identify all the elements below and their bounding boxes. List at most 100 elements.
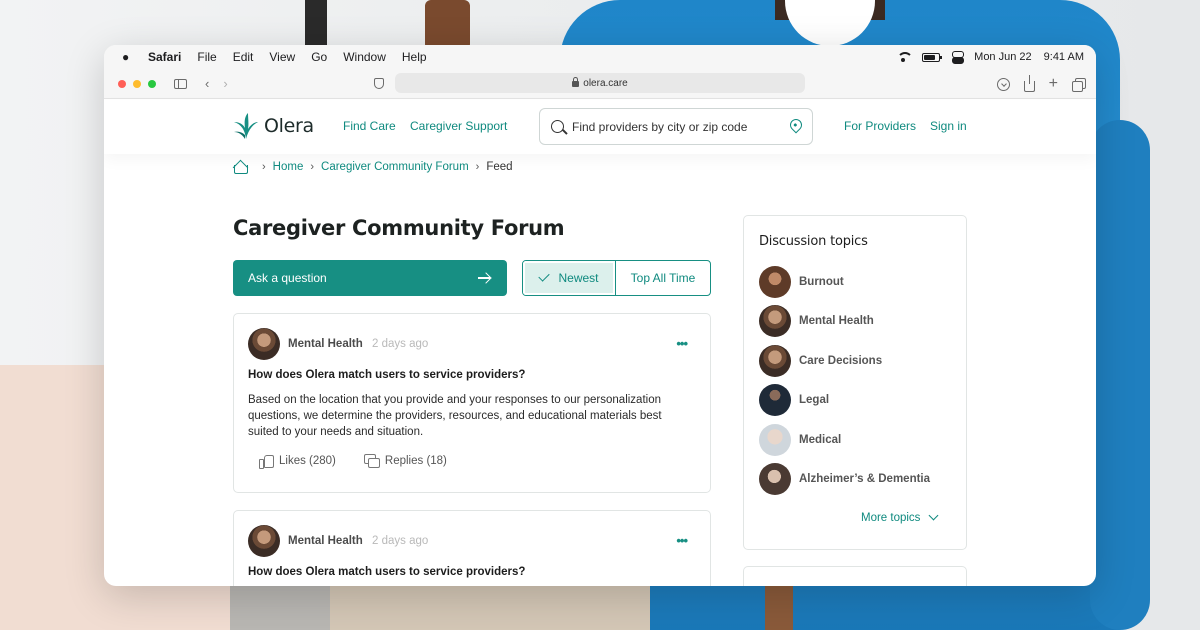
back-icon[interactable]: ‹ bbox=[205, 77, 209, 90]
control-center-icon[interactable] bbox=[952, 51, 965, 64]
more-options-icon[interactable]: ••• bbox=[676, 533, 688, 548]
provider-search bbox=[539, 108, 813, 145]
sort-top-label: Top All Time bbox=[630, 271, 696, 285]
menubar-date[interactable]: Mon Jun 22 bbox=[974, 51, 1031, 63]
menu-bar: ● Safari File Edit View Go Window Help M… bbox=[104, 45, 1096, 69]
location-pin-icon[interactable] bbox=[787, 116, 805, 134]
chevron-right-icon: › bbox=[475, 160, 480, 173]
sort-top-button[interactable]: Top All Time bbox=[616, 261, 710, 295]
share-icon[interactable] bbox=[1023, 74, 1035, 92]
topic-avatar bbox=[248, 525, 280, 557]
more-options-icon[interactable]: ••• bbox=[676, 336, 688, 351]
sort-newest-label: Newest bbox=[558, 271, 599, 285]
like-button[interactable]: Likes (280) bbox=[259, 454, 336, 469]
apple-icon[interactable]: ● bbox=[122, 50, 138, 64]
address-bar-url: olera.care bbox=[583, 77, 628, 89]
post-question[interactable]: How does Olera match users to service pr… bbox=[248, 566, 525, 578]
arrow-right-icon bbox=[478, 277, 490, 279]
zoom-window-button[interactable] bbox=[148, 79, 156, 88]
close-window-button[interactable] bbox=[118, 79, 126, 88]
olera-logo[interactable]: Olera bbox=[233, 112, 314, 140]
site-header: Olera Find Care Caregiver Support For Pr… bbox=[104, 100, 1096, 154]
forum-post[interactable]: Mental Health 2 days ago ••• How does Ol… bbox=[233, 510, 711, 586]
nav-find-care[interactable]: Find Care bbox=[343, 119, 396, 133]
new-tab-icon[interactable]: + bbox=[1049, 76, 1058, 92]
topic-avatar bbox=[759, 463, 791, 495]
chevron-down-icon bbox=[928, 510, 939, 520]
leaf-logo-icon bbox=[234, 113, 258, 139]
topic-avatar bbox=[759, 384, 791, 416]
window-controls bbox=[118, 79, 156, 88]
nav-caregiver-support[interactable]: Caregiver Support bbox=[410, 119, 507, 133]
post-time: 2 days ago bbox=[372, 338, 429, 350]
chevron-right-icon: › bbox=[262, 160, 266, 173]
topic-avatar bbox=[759, 266, 791, 298]
breadcrumb: › Home › Caregiver Community Forum › Fee… bbox=[233, 160, 513, 174]
nav-for-providers[interactable]: For Providers bbox=[844, 119, 916, 133]
home-icon[interactable] bbox=[233, 160, 248, 174]
page-title: Caregiver Community Forum bbox=[233, 216, 565, 240]
forward-icon[interactable]: › bbox=[223, 77, 227, 90]
more-topics-link[interactable]: More topics bbox=[861, 510, 939, 524]
brand-name: Olera bbox=[264, 115, 314, 137]
topic-medical[interactable]: Medical bbox=[759, 424, 841, 456]
search-icon bbox=[551, 120, 564, 133]
menubar-time[interactable]: 9:41 AM bbox=[1044, 51, 1084, 63]
discussion-topics-panel: Discussion topics Burnout Mental Health … bbox=[743, 215, 967, 550]
breadcrumb-forum[interactable]: Caregiver Community Forum bbox=[321, 161, 469, 173]
topic-avatar bbox=[759, 345, 791, 377]
likes-count: Likes (280) bbox=[279, 454, 336, 467]
replies-button[interactable]: Replies (18) bbox=[363, 454, 447, 468]
post-question[interactable]: How does Olera match users to service pr… bbox=[248, 369, 525, 381]
browser-window: ● Safari File Edit View Go Window Help M… bbox=[104, 45, 1096, 586]
post-topic[interactable]: Mental Health bbox=[288, 338, 363, 350]
topic-care-decisions[interactable]: Care Decisions bbox=[759, 345, 882, 377]
replies-icon bbox=[363, 454, 380, 468]
ask-question-label: Ask a question bbox=[248, 271, 327, 285]
more-topics-label: More topics bbox=[861, 512, 921, 524]
post-actions: Likes (280) Replies (18) bbox=[259, 454, 475, 469]
wifi-icon[interactable] bbox=[896, 52, 914, 62]
sidebar-toggle-icon[interactable] bbox=[174, 78, 187, 89]
discussion-topics-title: Discussion topics bbox=[759, 234, 868, 249]
chevron-right-icon: › bbox=[310, 160, 315, 173]
topic-avatar bbox=[248, 328, 280, 360]
forum-post[interactable]: Mental Health 2 days ago ••• How does Ol… bbox=[233, 313, 711, 493]
thumbs-up-icon bbox=[259, 454, 274, 469]
topic-avatar bbox=[759, 424, 791, 456]
location-search-input[interactable] bbox=[572, 119, 772, 134]
topic-mental-health[interactable]: Mental Health bbox=[759, 305, 874, 337]
replies-count: Replies (18) bbox=[384, 454, 447, 467]
breadcrumb-home[interactable]: Home bbox=[273, 161, 304, 173]
tab-overview-icon[interactable] bbox=[1072, 78, 1086, 92]
topic-label: Burnout bbox=[799, 276, 844, 288]
topic-legal[interactable]: Legal bbox=[759, 384, 829, 416]
menu-view[interactable]: View bbox=[269, 50, 295, 64]
privacy-shield-icon[interactable] bbox=[374, 78, 384, 89]
topic-alzheimers-dementia[interactable]: Alzheimer’s & Dementia bbox=[759, 463, 930, 495]
menu-window[interactable]: Window bbox=[343, 50, 386, 64]
topic-label: Medical bbox=[799, 434, 842, 446]
topic-burnout[interactable]: Burnout bbox=[759, 266, 844, 298]
address-bar[interactable]: olera.care bbox=[395, 73, 805, 93]
post-topic[interactable]: Mental Health bbox=[288, 535, 363, 547]
nav-sign-in[interactable]: Sign in bbox=[930, 119, 967, 133]
post-time: 2 days ago bbox=[372, 535, 429, 547]
menu-file[interactable]: File bbox=[197, 50, 216, 64]
menu-go[interactable]: Go bbox=[311, 50, 327, 64]
menu-help[interactable]: Help bbox=[402, 50, 427, 64]
check-icon bbox=[538, 270, 551, 282]
sort-toggle: Newest Top All Time bbox=[522, 260, 711, 296]
battery-icon[interactable] bbox=[922, 52, 943, 62]
minimize-window-button[interactable] bbox=[133, 79, 141, 88]
post-body: Based on the location that you provide a… bbox=[248, 394, 662, 438]
lock-icon bbox=[572, 77, 580, 87]
menu-app-name[interactable]: Safari bbox=[148, 50, 181, 64]
ask-question-button[interactable]: Ask a question bbox=[233, 260, 507, 296]
topic-label: Legal bbox=[799, 394, 830, 406]
sort-newest-button[interactable]: Newest bbox=[523, 261, 616, 295]
downloads-icon[interactable] bbox=[996, 77, 1010, 91]
menu-edit[interactable]: Edit bbox=[233, 50, 254, 64]
browser-toolbar: ‹ › olera.care + bbox=[104, 69, 1096, 99]
sidebar-card bbox=[743, 566, 967, 586]
